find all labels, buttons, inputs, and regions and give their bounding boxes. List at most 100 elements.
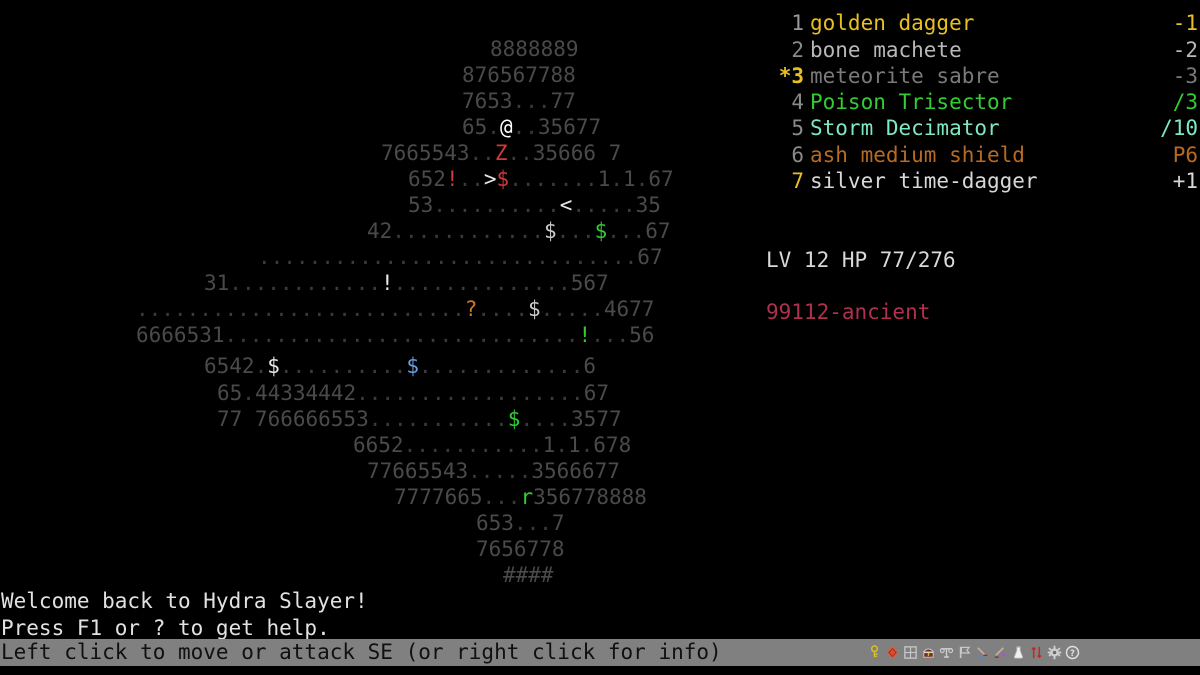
- inventory-item-index: 5: [791, 116, 804, 140]
- map-row: 653...7: [476, 510, 565, 536]
- inventory-item-index: 7: [791, 169, 804, 193]
- key-icon[interactable]: [866, 645, 882, 661]
- map-glyphs: 67: [648, 167, 674, 191]
- map-glyphs: .: [610, 167, 624, 191]
- flask-icon[interactable]: [1010, 645, 1026, 661]
- map-glyphs: .: [487, 115, 500, 139]
- map-glyphs: 44334442: [254, 381, 357, 405]
- grid-map-icon[interactable]: [902, 645, 918, 661]
- map-glyphs: 77 766666553: [217, 407, 369, 431]
- inventory-item-name: golden dagger: [810, 11, 975, 35]
- map-glyphs: 67: [583, 381, 609, 405]
- map-glyphs: 56: [629, 323, 655, 347]
- map-glyphs: <: [559, 193, 573, 217]
- inventory-item-index: 6: [791, 143, 804, 167]
- inventory-item-index: *3: [778, 64, 804, 88]
- map-glyphs: ..: [469, 141, 495, 165]
- map-glyphs: ...: [513, 511, 552, 535]
- map-glyphs: 65: [462, 115, 488, 139]
- arrows-icon[interactable]: [1028, 645, 1044, 661]
- inventory-item-value: /10: [1160, 116, 1198, 140]
- message-line: Press F1 or ? to get help.: [1, 616, 330, 640]
- inventory-item-value: -3: [1172, 64, 1198, 88]
- map-glyphs: ..: [458, 167, 484, 191]
- scales-icon[interactable]: [938, 645, 954, 661]
- map-glyphs: ...........: [368, 407, 508, 431]
- map-glyphs: .: [254, 354, 268, 378]
- map-glyphs: 77665543: [367, 459, 469, 483]
- map-glyphs: ...: [512, 89, 551, 113]
- map-glyphs: 7656778: [476, 537, 565, 561]
- inventory-item[interactable]: 4 Poison Trisector/3: [762, 89, 1200, 115]
- map-glyphs: 35: [635, 193, 661, 217]
- game-map[interactable]: 8888889 876567788 7653...77 65.@..35677 7665…: [0, 0, 760, 590]
- map-glyphs: ..........: [279, 354, 407, 378]
- map-glyphs: ####: [503, 563, 554, 587]
- inventory-item[interactable]: 7 silver time-dagger +1: [762, 168, 1200, 194]
- map-glyphs: ...: [591, 323, 630, 347]
- map-row: 53..........<.....35: [408, 192, 661, 218]
- map-glyphs: 6542: [204, 354, 255, 378]
- map-glyphs: 67: [645, 219, 671, 243]
- map-glyphs: !: [381, 271, 394, 295]
- map-glyphs: 67: [637, 245, 663, 269]
- map-glyphs: ...: [556, 219, 595, 243]
- map-glyphs: >: [483, 167, 497, 191]
- map-glyphs: .............: [418, 354, 584, 378]
- map-glyphs: ............: [392, 219, 545, 243]
- map-row: 876567788: [462, 62, 576, 88]
- map-glyphs: ..........................: [136, 297, 465, 321]
- map-glyphs: 567: [570, 271, 609, 295]
- inventory-item-name: bone machete: [810, 38, 962, 62]
- gear-icon[interactable]: [1046, 645, 1062, 661]
- map-glyphs: $: [594, 219, 608, 243]
- map-glyphs: ...: [607, 219, 646, 243]
- game-seed-label: 99112-ancient: [766, 300, 931, 324]
- gem-icon[interactable]: [884, 645, 900, 661]
- map-glyphs: 6666531: [136, 323, 225, 347]
- bottom-filler: [0, 666, 1200, 675]
- map-glyphs: 35677: [537, 115, 602, 139]
- inventory-item[interactable]: 5 Storm Decimator/10: [762, 115, 1200, 141]
- map-glyphs: $: [406, 354, 419, 378]
- map-glyphs: .: [555, 433, 568, 457]
- map-glyphs: .: [242, 381, 255, 405]
- toolbar[interactable]: ?: [866, 639, 1080, 666]
- map-glyphs: 1: [623, 167, 636, 191]
- inventory-item-value: P6: [1172, 143, 1198, 167]
- map-row: 6542.$..........$.............6: [204, 353, 596, 379]
- message-log: Welcome back to Hydra Slayer! Press F1 or…: [0, 588, 1200, 642]
- map-glyphs: ....: [477, 297, 528, 321]
- map-row: 65.@..35677: [462, 114, 601, 140]
- inventory-item[interactable]: *3 meteorite sabre -3: [762, 63, 1200, 89]
- inventory-item[interactable]: 2 bone machete -2: [762, 37, 1200, 63]
- status-bar-hint: Left click to move or attack SE (or righ…: [1, 640, 722, 664]
- flag-icon[interactable]: [956, 645, 972, 661]
- map-glyphs: 42: [367, 219, 393, 243]
- map-glyphs: 1: [567, 433, 581, 457]
- sword-up-icon[interactable]: [992, 645, 1008, 661]
- map-row: 7656778: [476, 536, 565, 562]
- map-row: 652!..>$.......1.1.67: [408, 166, 674, 192]
- map-glyphs: ............................: [224, 323, 579, 347]
- inventory-item-value: /3: [1172, 90, 1198, 114]
- map-glyphs: .: [580, 433, 594, 457]
- message-line: Welcome back to Hydra Slayer!: [1, 589, 368, 613]
- map-glyphs: $: [527, 297, 541, 321]
- map-glyphs: 652: [408, 167, 446, 191]
- sword-down-icon[interactable]: [974, 645, 990, 661]
- map-glyphs: ..............................: [258, 245, 638, 269]
- chest-icon[interactable]: [920, 645, 936, 661]
- inventory-item[interactable]: 1 golden dagger -1: [762, 10, 1200, 36]
- player-status-line: LV 12 HP 77/276: [766, 248, 956, 272]
- map-row: ..............................67: [258, 244, 663, 270]
- map-row: 7665543..Z..35666 7: [381, 140, 621, 166]
- map-glyphs: .....: [540, 297, 604, 321]
- map-row: 8888889: [490, 36, 579, 62]
- help-icon[interactable]: ?: [1064, 645, 1080, 661]
- map-row: 7653...77: [462, 88, 576, 114]
- map-glyphs: $: [496, 167, 510, 191]
- inventory-item[interactable]: 6 ash medium shield P6: [762, 142, 1200, 168]
- map-glyphs: !: [578, 323, 592, 347]
- map-glyphs: !: [445, 167, 459, 191]
